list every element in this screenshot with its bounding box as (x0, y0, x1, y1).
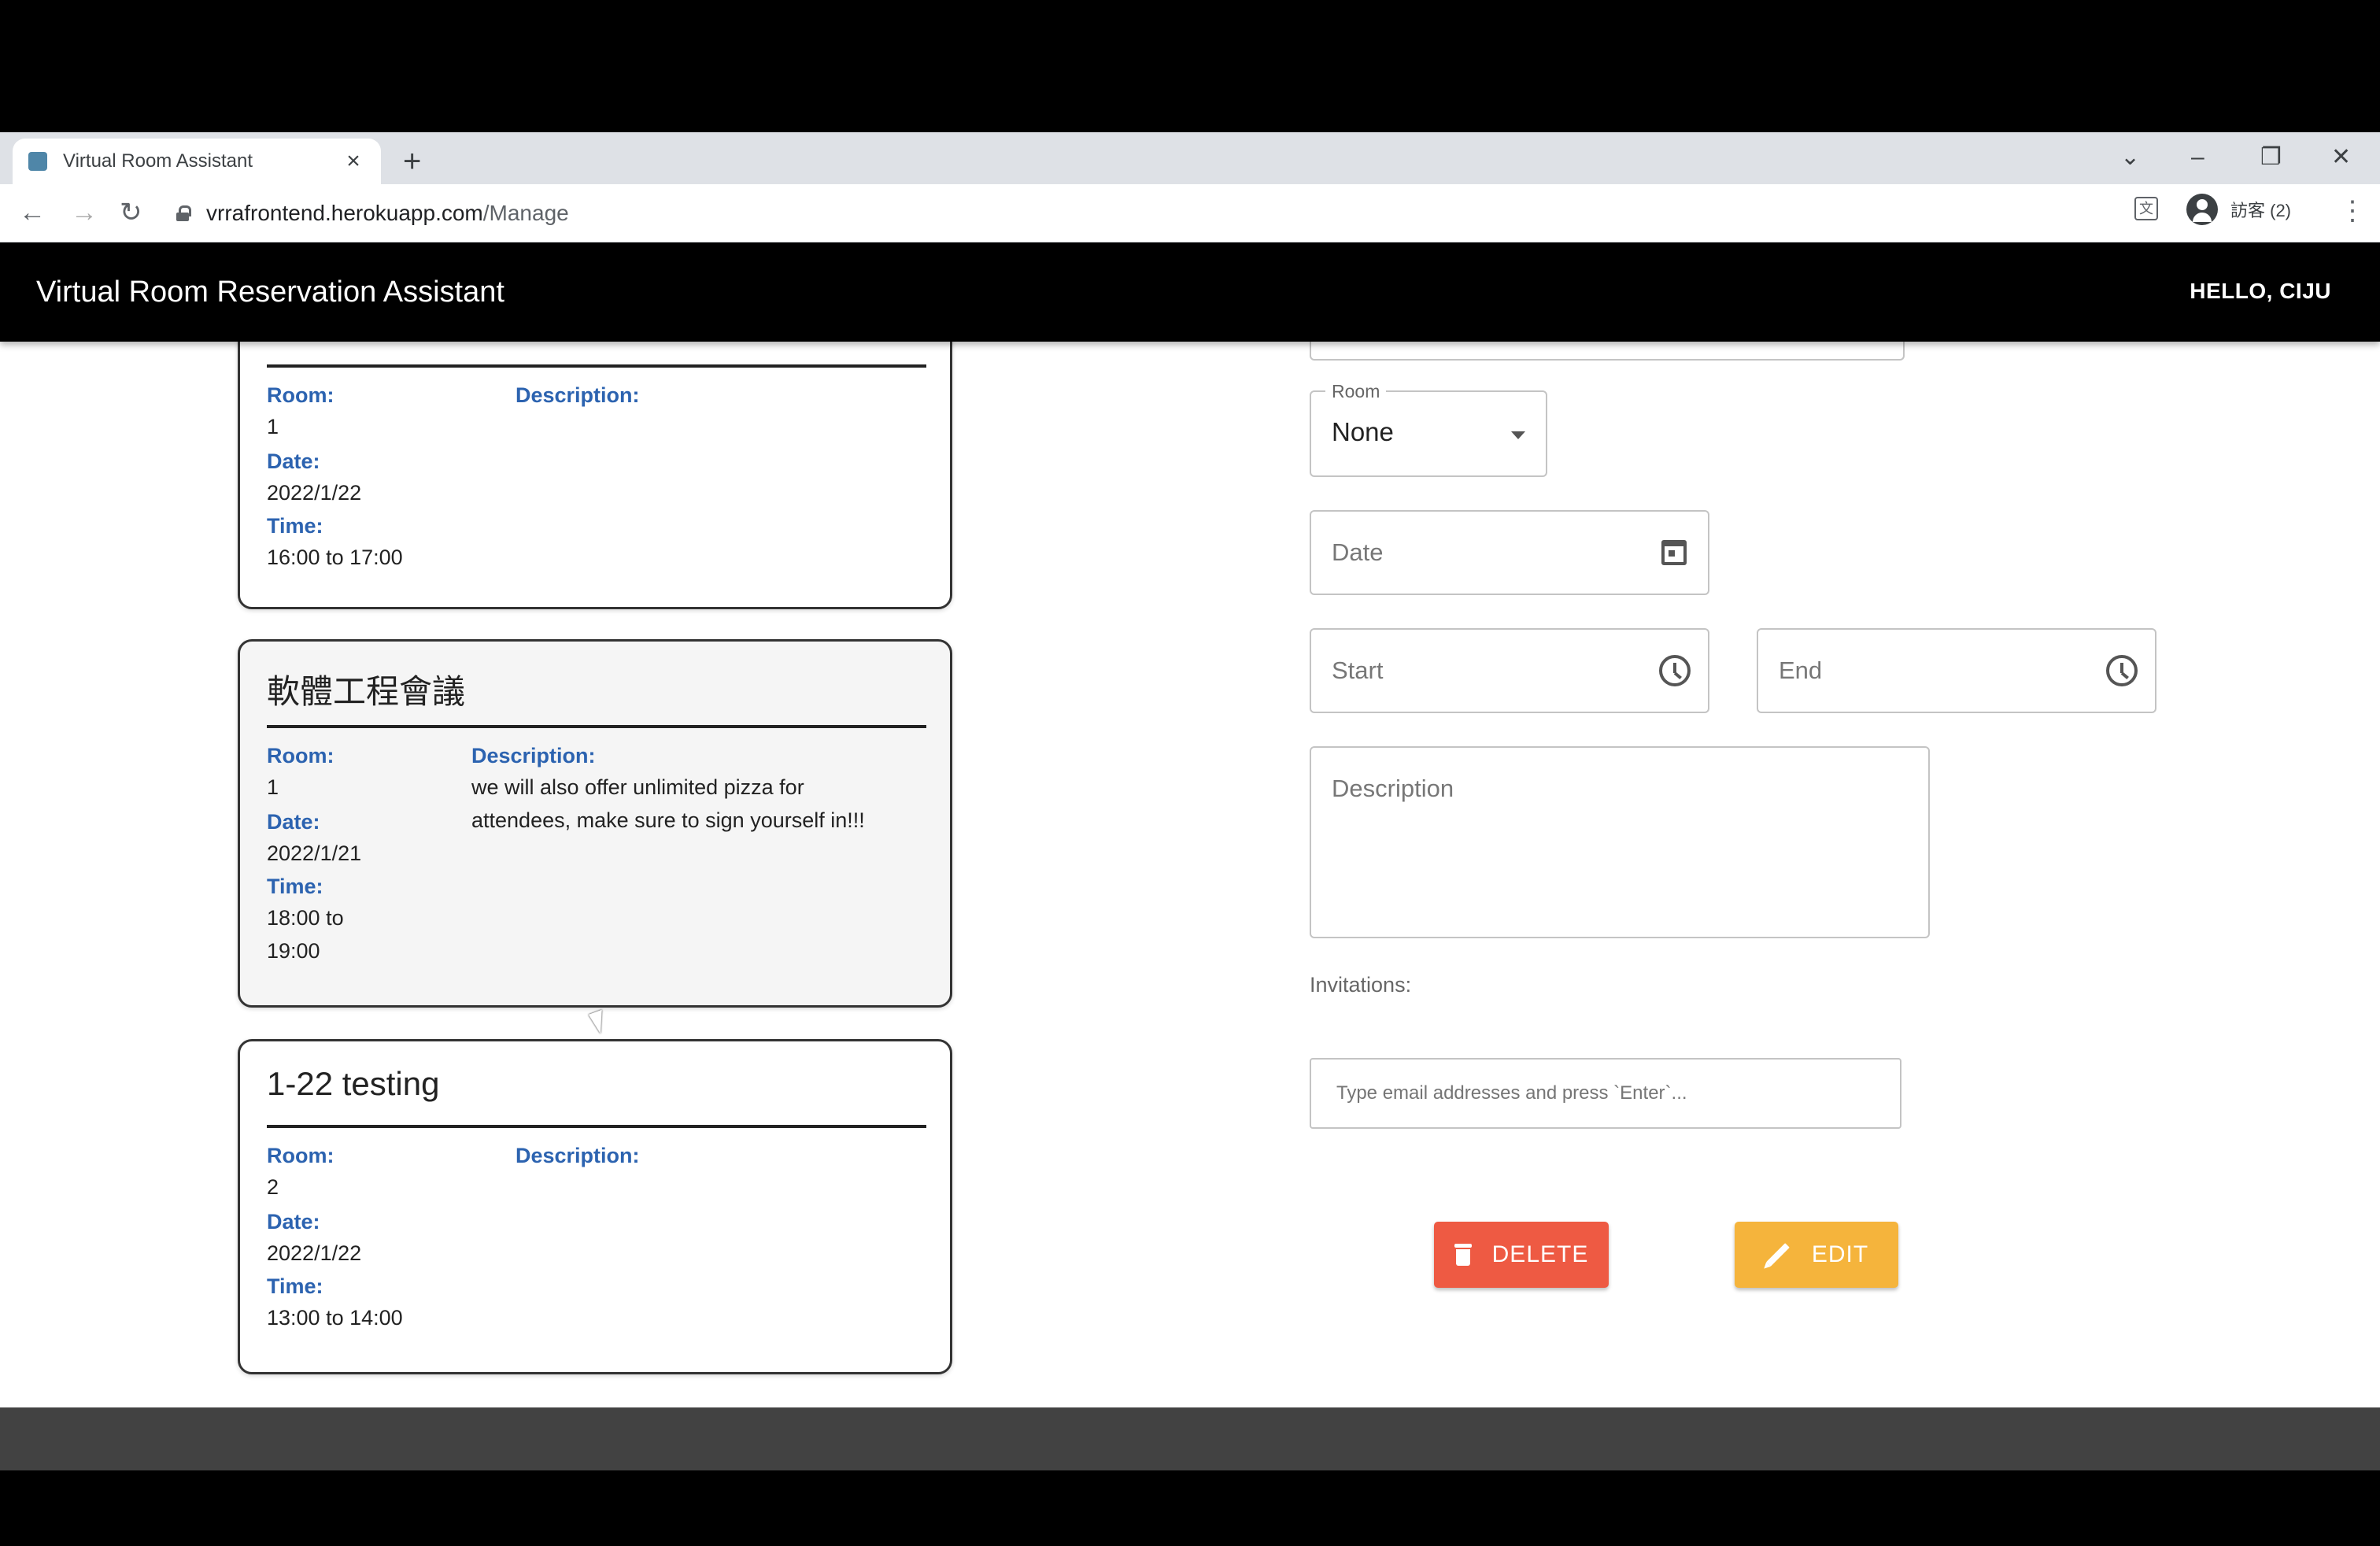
description-label: Description: (516, 383, 640, 407)
account-icon (2186, 194, 2218, 225)
date-label: Date: (267, 1210, 320, 1233)
time-value: 16:00 to 17:00 (267, 546, 403, 569)
profile-label: 訪客 (2) (2230, 201, 2292, 220)
delete-button-label: DELETE (1491, 1241, 1589, 1267)
time-value-line2: 19:00 (267, 939, 320, 963)
description-label: Description: (471, 744, 596, 767)
browser-tabstrip: Virtual Room Assistant × + ⌄ – ❐ ✕ (0, 132, 2380, 184)
tab-search-icon[interactable]: ⌄ (2120, 142, 2140, 173)
room-select-value: None (1332, 417, 1394, 446)
trash-icon (1454, 1244, 1472, 1266)
room-label: Room: (267, 383, 334, 407)
time-label: Time: (267, 875, 323, 898)
room-label: Room: (267, 1144, 334, 1167)
clock-icon[interactable] (1658, 653, 1692, 688)
back-icon[interactable]: ← (19, 195, 46, 230)
page-footer (0, 1407, 2380, 1470)
room-select-label: Room (1325, 381, 1387, 402)
browser-toolbar: ← → ↻ vrrafrontend.herokuapp.com/Manage … (0, 184, 2380, 242)
url-text[interactable]: vrrafrontend.herokuapp.com/Manage (206, 201, 569, 226)
translate-icon[interactable]: 文 (2134, 197, 2158, 220)
tab-close-icon[interactable]: × (342, 150, 365, 173)
invitations-label: Invitations: (1310, 973, 1412, 997)
room-value: 1 (267, 415, 279, 438)
meeting-title: 1-22 testing (267, 1065, 440, 1102)
lock-icon[interactable] (176, 205, 191, 221)
description-value-line2: attendees, make sure to sign yourself in… (471, 808, 865, 832)
room-label: Room: (267, 744, 334, 767)
favicon-icon (28, 152, 47, 171)
reload-icon[interactable]: ↻ (120, 195, 142, 230)
end-time-field[interactable]: End (1757, 628, 2156, 713)
start-time-field[interactable]: Start (1310, 628, 1709, 713)
app-header: Virtual Room Reservation Assistant HELLO… (0, 242, 2380, 342)
time-label: Time: (267, 1274, 323, 1298)
app-page: Virtual Room Reservation Assistant HELLO… (0, 242, 2380, 1407)
minimize-icon[interactable]: – (2191, 142, 2204, 173)
edit-button[interactable]: EDIT (1735, 1222, 1898, 1288)
description-placeholder: Description (1332, 775, 1454, 802)
date-value: 2022/1/22 (267, 1241, 362, 1265)
edit-button-label: EDIT (1811, 1241, 1869, 1267)
delete-button[interactable]: DELETE (1434, 1222, 1609, 1288)
description-value-line1: we will also offer unlimited pizza for (471, 775, 804, 799)
room-select[interactable]: Room None (1310, 381, 1547, 477)
card-divider (267, 364, 926, 368)
browser-menu-icon[interactable]: ⋮ (2339, 195, 2366, 227)
profile-button[interactable]: 訪客 (2) (2186, 194, 2291, 225)
date-field[interactable]: Date (1310, 510, 1709, 595)
dropdown-arrow-icon (1511, 431, 1525, 439)
close-window-icon[interactable]: ✕ (2331, 142, 2351, 173)
card-divider (267, 1125, 926, 1128)
room-value: 2 (267, 1175, 279, 1199)
new-tab-button[interactable]: + (403, 142, 421, 181)
pencil-icon (1765, 1243, 1790, 1267)
time-value: 13:00 to 14:00 (267, 1306, 403, 1330)
app-title: Virtual Room Reservation Assistant (36, 276, 504, 309)
description-field[interactable]: Description (1310, 746, 1930, 938)
room-value: 1 (267, 775, 279, 799)
end-placeholder: End (1779, 656, 1823, 684)
restore-icon[interactable]: ❐ (2260, 142, 2282, 173)
meeting-title: 軟體工程會議 (267, 673, 466, 710)
time-label: Time: (267, 514, 323, 538)
description-label: Description: (516, 1144, 640, 1167)
time-value-line1: 18:00 to (267, 906, 344, 930)
date-value: 2022/1/21 (267, 841, 362, 865)
date-value: 2022/1/22 (267, 481, 362, 505)
tab-title: Virtual Room Assistant (63, 150, 253, 172)
date-label: Date: (267, 810, 320, 834)
browser-tab[interactable]: Virtual Room Assistant × (13, 139, 381, 184)
card-divider (267, 725, 926, 728)
calendar-icon[interactable] (1658, 535, 1692, 570)
clock-icon[interactable] (2105, 653, 2139, 688)
date-placeholder: Date (1332, 538, 1384, 566)
user-greeting[interactable]: HELLO, CIJU (2190, 279, 2331, 304)
forward-icon[interactable]: → (71, 195, 98, 230)
invite-email-input[interactable] (1310, 1058, 1901, 1129)
start-placeholder: Start (1332, 656, 1384, 684)
meeting-card[interactable]: 軟體工程會議 Room: Description: 1 we will also… (238, 639, 952, 1008)
address-bar[interactable]: vrrafrontend.herokuapp.com/Manage (176, 190, 2191, 236)
date-label: Date: (267, 449, 320, 473)
meeting-card[interactable]: 1-22 testing Room: Description: 2 Date: … (238, 1039, 952, 1374)
